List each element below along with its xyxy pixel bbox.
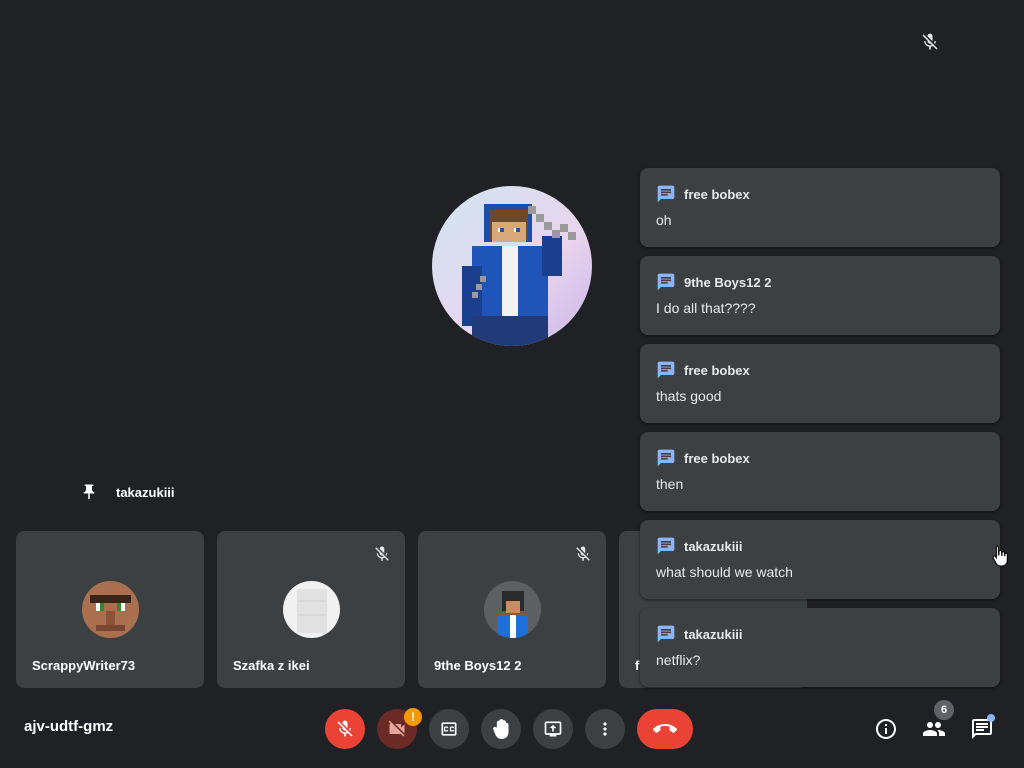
- chat-sender: free bobex: [684, 186, 750, 202]
- chat-message: 9the Boys12 2 I do all that????: [640, 256, 1000, 335]
- meeting-code: ajv-udtf-gmz: [24, 718, 114, 735]
- chat-message-icon: [657, 361, 675, 379]
- captions-icon: [441, 722, 457, 736]
- participant-tile[interactable]: ScrappyWriter73: [16, 531, 204, 688]
- participant-tile[interactable]: Szafka z ikei: [217, 531, 405, 688]
- mic-off-icon: [375, 546, 389, 561]
- main-participant-avatar: [432, 186, 592, 346]
- chat-text: I do all that????: [656, 300, 756, 316]
- present-button[interactable]: [533, 709, 573, 749]
- chat-text: thats good: [656, 388, 722, 404]
- mic-toggle-button[interactable]: [325, 709, 365, 749]
- chat-message: free bobex oh: [640, 168, 1000, 247]
- chat-sender: 9the Boys12 2: [684, 274, 772, 290]
- chat-message: free bobex thats good: [640, 344, 1000, 423]
- pin-icon[interactable]: [80, 482, 98, 502]
- participant-name: 9the Boys12 2: [434, 658, 522, 673]
- chat-notification-dot: [987, 714, 995, 722]
- mic-off-icon: [337, 720, 353, 737]
- more-vert-icon: [603, 722, 607, 736]
- participant-tile[interactable]: 9the Boys12 2: [418, 531, 606, 688]
- chat-text: netflix?: [656, 652, 701, 668]
- participant-avatar: [484, 581, 541, 638]
- chat-sender: takazukiii: [684, 538, 743, 554]
- participant-name: f: [635, 658, 640, 673]
- chat-message: takazukiii what should we watch: [640, 520, 1000, 599]
- raise-hand-icon: [493, 719, 509, 739]
- participant-name: ScrappyWriter73: [32, 658, 136, 673]
- chat-message: free bobex then: [640, 432, 1000, 511]
- chat-message-icon: [657, 185, 675, 203]
- participant-avatar: [283, 581, 340, 638]
- more-options-button[interactable]: [585, 709, 625, 749]
- camera-off-icon: [388, 720, 405, 737]
- end-call-icon: [653, 724, 677, 733]
- chat-message-icon: [657, 273, 675, 291]
- chat-sender: free bobex: [684, 362, 750, 378]
- chat-message-icon: [657, 537, 675, 555]
- pinned-participant-label: takazukiii: [80, 482, 175, 502]
- chat-text: what should we watch: [656, 564, 793, 580]
- mic-off-icon: [922, 33, 938, 50]
- participant-avatar: [82, 581, 139, 638]
- participant-count-badge: 6: [934, 700, 954, 720]
- chat-message-icon: [657, 449, 675, 467]
- chat-sender: takazukiii: [684, 626, 743, 642]
- raise-hand-button[interactable]: [481, 709, 521, 749]
- participant-name: Szafka z ikei: [233, 658, 310, 673]
- info-icon: [876, 719, 896, 739]
- captions-button[interactable]: [429, 709, 469, 749]
- meeting-info-button[interactable]: [871, 714, 901, 744]
- chat-message: takazukiii netflix?: [640, 608, 1000, 687]
- chat-text: oh: [656, 212, 672, 228]
- chat-message-icon: [657, 625, 675, 643]
- chat-sender: free bobex: [684, 450, 750, 466]
- chat-text: then: [656, 476, 684, 492]
- end-call-button[interactable]: [637, 709, 693, 749]
- cursor-icon: [992, 545, 1008, 567]
- pinned-name: takazukiii: [116, 484, 175, 500]
- mic-off-icon: [576, 546, 590, 561]
- people-icon: [923, 722, 945, 736]
- camera-warning-badge: !: [404, 708, 422, 726]
- present-icon: [544, 721, 562, 737]
